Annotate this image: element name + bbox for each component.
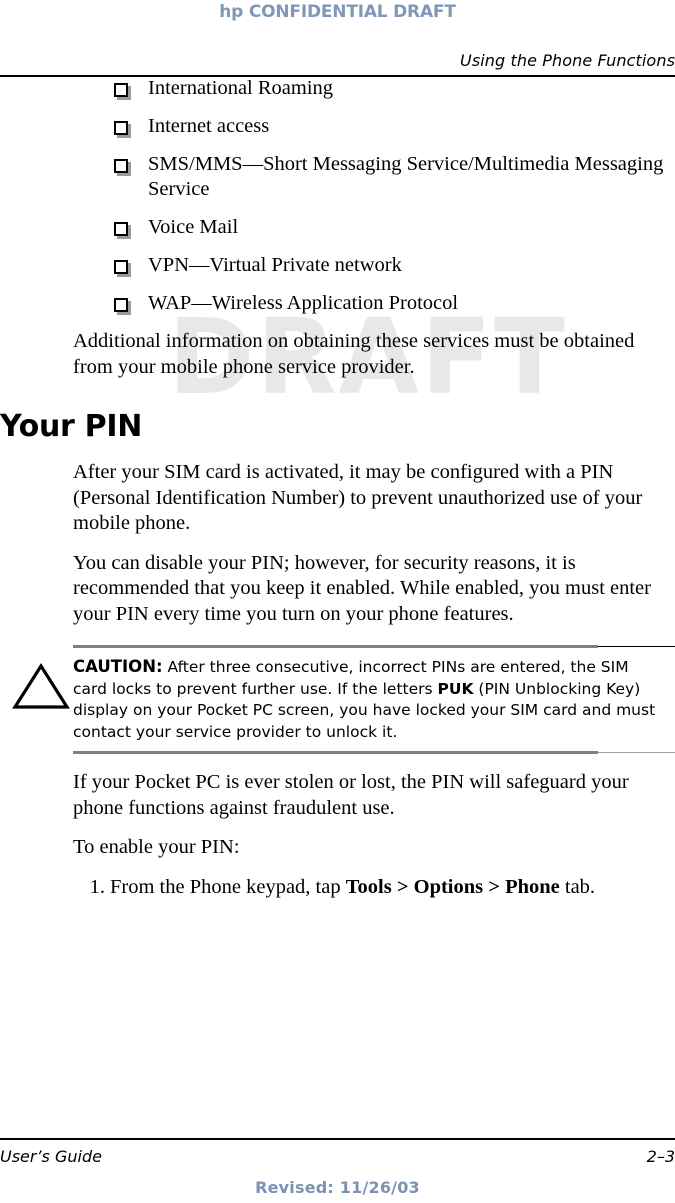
list-item: Voice Mail: [0, 215, 675, 240]
page-content: International Roaming Internet access SM…: [0, 76, 675, 908]
page-title: Your PIN: [0, 409, 143, 444]
footer-revised-date: Revised: 11/26/03: [255, 1178, 420, 1197]
caution-bottom-divider: [73, 751, 675, 754]
list-item-label: SMS/MMS—Short Messaging Service/Multimed…: [148, 153, 664, 200]
list-item: 1. From the Phone keypad, tap Tools > Opt…: [0, 875, 675, 901]
step-number: 1.: [89, 875, 105, 898]
page-number: 2–3: [646, 1147, 675, 1166]
warning-triangle-icon: [12, 662, 70, 710]
square-bullet-icon: [114, 222, 128, 236]
list-item-label: VPN—Virtual Private network: [148, 254, 402, 276]
section-paragraph: To enable your PIN:: [73, 836, 240, 858]
list-item-label: WAP—Wireless Application Protocol: [148, 292, 459, 314]
list-item: Internet access: [0, 114, 675, 139]
section-paragraph: After your SIM card is activated, it may…: [73, 461, 643, 534]
square-bullet-icon: [114, 298, 128, 312]
services-bullet-list: International Roaming Internet access SM…: [0, 76, 675, 316]
list-item-label: Voice Mail: [148, 216, 239, 238]
list-item: WAP—Wireless Application Protocol: [0, 291, 675, 316]
list-item-label: International Roaming: [148, 77, 334, 99]
step-text-after: tab.: [559, 875, 596, 898]
confidential-banner: hp CONFIDENTIAL DRAFT: [219, 2, 456, 22]
section-paragraph: You can disable your PIN; however, for s…: [73, 551, 651, 625]
square-bullet-icon: [114, 159, 128, 173]
square-bullet-icon: [114, 121, 128, 135]
square-bullet-icon: [114, 83, 128, 97]
footer-divider: [0, 1138, 675, 1140]
step-separator-1: >: [391, 875, 414, 898]
caution-text: CAUTION: After three consecutive, incorr…: [73, 656, 675, 743]
running-head: Using the Phone Functions: [460, 51, 675, 70]
caution-body: CAUTION: After three consecutive, incorr…: [0, 648, 675, 751]
caution-label: CAUTION:: [73, 657, 163, 676]
square-bullet-icon: [114, 260, 128, 274]
page-footer: User’s Guide 2–3 Revised: 11/26/03: [0, 1128, 675, 1203]
caution-note: CAUTION: After three consecutive, incorr…: [0, 645, 675, 754]
step-separator-2: >: [483, 875, 506, 898]
services-closing-paragraph: Additional information on obtaining thes…: [73, 330, 635, 378]
footer-guide-label: User’s Guide: [0, 1147, 102, 1166]
list-item-label: Internet access: [148, 115, 270, 137]
list-item: SMS/MMS—Short Messaging Service/Multimed…: [0, 152, 675, 202]
step-text-before: From the Phone keypad, tap: [110, 875, 346, 898]
list-item: VPN—Virtual Private network: [0, 253, 675, 278]
section-paragraph: If your Pocket PC is ever stolen or lost…: [73, 771, 629, 819]
step-menu-tools: Tools: [345, 875, 392, 898]
step-menu-phone: Phone: [505, 875, 560, 898]
list-item: International Roaming: [0, 76, 675, 101]
procedure-steps: 1. From the Phone keypad, tap Tools > Opt…: [0, 875, 675, 901]
caution-keyword: PUK: [437, 679, 474, 698]
page-header: hp CONFIDENTIAL DRAFT Using the Phone Fu…: [0, 0, 675, 77]
step-menu-options: Options: [413, 875, 484, 898]
